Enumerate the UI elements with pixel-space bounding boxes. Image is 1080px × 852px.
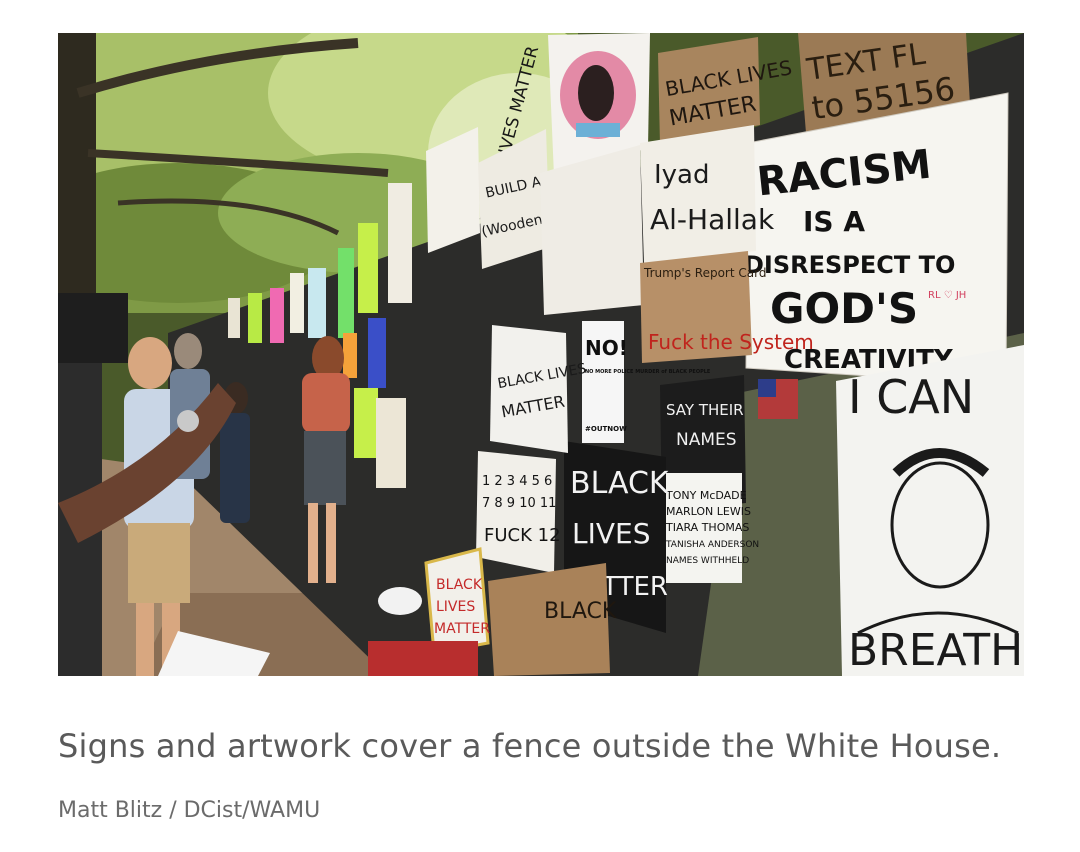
names-line2: MARLON LEWIS [666,505,751,518]
racism-line2: IS A [803,205,865,238]
black-cardboard-text: BLACK [544,599,617,624]
i-cant-line2: BREATH [848,625,1023,676]
blm-big-line2: LIVES [572,517,650,550]
names-line3: TIARA THOMAS [665,521,749,534]
no-footer-text: #OUTNOW [585,425,627,433]
sign-blm-ground: BLACK LIVES MATTER [424,547,490,655]
photo-caption: Signs and artwork cover a fence outside … [58,727,1002,765]
say-names-line1: SAY THEIR [666,401,744,419]
names-line4: TANISHA ANDERSON [665,540,759,550]
say-names-line2: NAMES [676,430,737,450]
blm-ground-line1: BLACK [436,577,483,593]
no-body-text: NO MORE POLICE MURDER of BLACK PEOPLE [585,369,711,375]
count-line2: 7 8 9 10 11 [482,496,556,511]
iyad-line1: Iyad [654,160,710,190]
i-cant-line1: I CAN [848,370,974,424]
iyad-line2: Al-Hallak [650,203,775,236]
photo-scene: TEXT FL to 55156 BLACK LIVES MATTER RACI… [58,33,1024,676]
system-text: Fuck the System [648,330,814,354]
protest-fence-photo: TEXT FL to 55156 BLACK LIVES MATTER RACI… [58,33,1024,676]
sign-count: 1 2 3 4 5 6 7 8 9 10 11 FUCK 12 [476,451,561,573]
hard-hat [378,587,422,615]
blm-ground-line3: MATTER [434,621,490,637]
names-line5: NAMES WITHHELD [666,556,749,566]
blm-ground-line2: LIVES [436,599,475,615]
no-text: NO! [585,336,628,360]
report-card-text: Trump's Report Card [643,266,766,280]
blm-big-line1: BLACK [570,466,670,501]
racism-line4: GOD'S [770,284,918,333]
count-line1: 1 2 3 4 5 6 [482,474,552,489]
sign-handwritten-white [540,145,644,315]
racism-initials: RL ♡ JH [928,290,966,301]
ground-red-sign [368,641,478,676]
photo-credit: Matt Blitz / DCist/WAMU [58,798,321,823]
count-line3: FUCK 12 [484,525,561,546]
sign-i-cant-breathe: I CAN BREATH [836,345,1024,676]
names-line1: TONY McDADE [665,489,747,502]
racism-line3: DISRESPECT TO [744,251,955,279]
sign-black-cardboard: BLACK [488,563,617,676]
